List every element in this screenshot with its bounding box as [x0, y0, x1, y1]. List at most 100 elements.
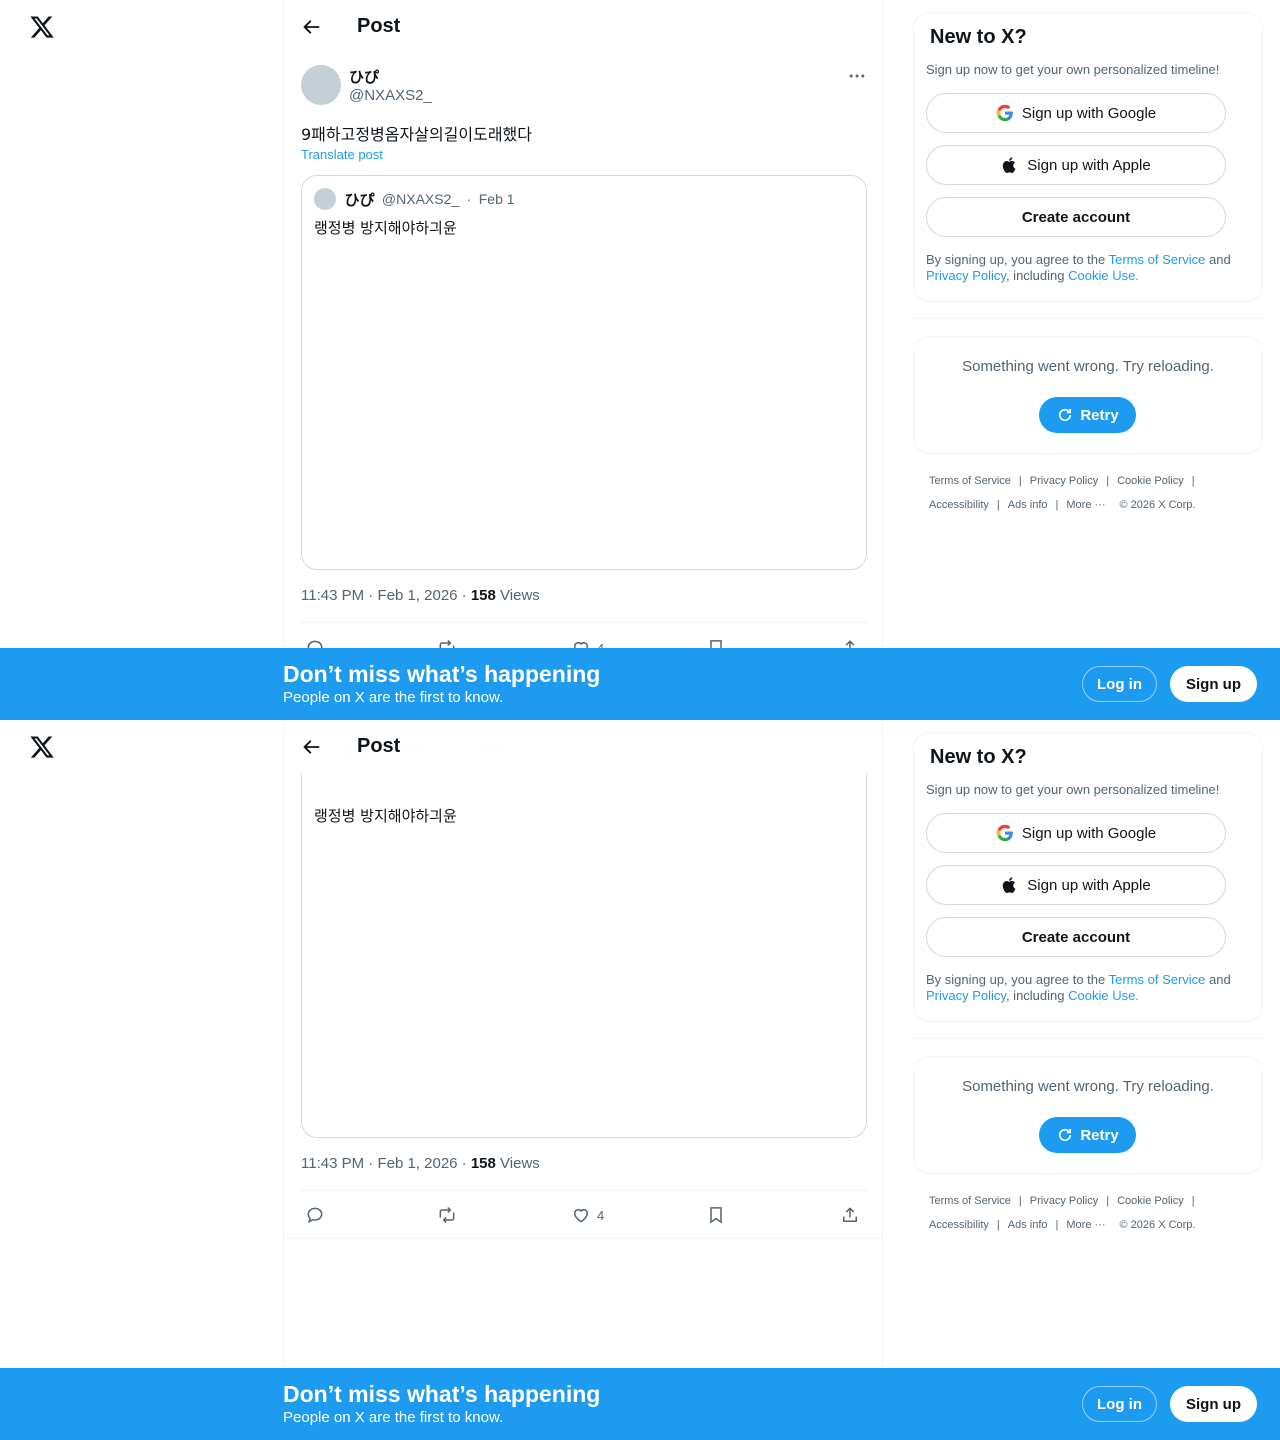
google-label: Sign up with Google: [1021, 104, 1157, 122]
signup-card-title: New to X?: [930, 26, 1027, 48]
footer-accessibility-link[interactable]: Accessibility: [929, 499, 989, 511]
banner-title: Don’t miss what’s happening: [283, 1381, 601, 1407]
legal-including: , including: [1005, 268, 1069, 283]
footer-terms-link[interactable]: Terms of Service: [929, 1195, 1011, 1207]
terms-link[interactable]: Terms of Service: [1109, 252, 1206, 267]
post-date[interactable]: Feb 1, 2026: [377, 1155, 457, 1172]
apple-icon: [1003, 157, 1016, 173]
signup-google-button[interactable]: Sign up with Google: [926, 813, 1226, 853]
separator: |: [996, 1219, 1000, 1231]
legal-including: , including: [1005, 988, 1069, 1003]
signup-card-subtitle: Sign up now to get your own personalized…: [926, 62, 1220, 77]
error-message: Something went wrong. Try reloading.: [962, 358, 1214, 375]
retry-label: Retry: [1080, 1126, 1119, 1144]
share-button[interactable]: [840, 1203, 860, 1227]
signup-banner: Don’t miss what’s happening People on X …: [0, 1368, 1280, 1440]
post-time[interactable]: 11:43 PM: [301, 1155, 364, 1172]
legal-prefix: By signing up, you agree to the: [926, 252, 1109, 267]
signup-button[interactable]: Sign up: [1170, 1386, 1257, 1422]
footer-ads-link[interactable]: Ads info: [1008, 1219, 1048, 1231]
post-meta: 11:43 PM · Feb 1, 2026 · 158 Views: [301, 587, 540, 604]
cookie-use-link[interactable]: Cookie Use.: [1068, 988, 1139, 1003]
footer-more-label: More: [1066, 499, 1092, 511]
bookmark-icon: [710, 1207, 722, 1224]
page-title: Post: [357, 735, 401, 757]
translate-post-link[interactable]: Translate post: [301, 147, 383, 162]
author-avatar[interactable]: [301, 65, 341, 105]
create-account-button[interactable]: Create account: [926, 197, 1226, 237]
post-time[interactable]: 11:43 PM: [301, 587, 364, 604]
refresh-icon: [1059, 1128, 1072, 1142]
login-button[interactable]: Log in: [1082, 1386, 1157, 1422]
arrow-left-icon[interactable]: [300, 16, 322, 38]
page-header: Post: [284, 720, 882, 773]
reply-button[interactable]: [305, 1203, 325, 1227]
quoted-post-card[interactable]: ひぴ @NXAXS2_ · Feb 1 랭정병 방지해야하긔윤: [301, 175, 867, 570]
footer-privacy-link[interactable]: Privacy Policy: [1030, 1195, 1098, 1207]
quoted-post-card[interactable]: ひぴ @NXAXS2_ · Feb 1 랭정병 방지해야하긔윤: [301, 738, 867, 1138]
privacy-link[interactable]: Privacy Policy: [926, 268, 1006, 283]
separator: |: [1018, 1195, 1022, 1207]
signup-apple-button[interactable]: Sign up with Apple: [926, 145, 1226, 185]
footer-accessibility-link[interactable]: Accessibility: [929, 1219, 989, 1231]
views-label: Views: [500, 1155, 540, 1172]
bookmark-button[interactable]: [706, 1203, 726, 1227]
signup-button[interactable]: Sign up: [1170, 666, 1257, 702]
footer-cookie-link[interactable]: Cookie Policy: [1117, 475, 1184, 487]
separator: |: [1018, 475, 1022, 487]
x-logo-icon[interactable]: [29, 734, 55, 760]
legal-and: and: [1205, 972, 1231, 987]
heart-icon: [574, 1209, 588, 1223]
footer-ads-link[interactable]: Ads info: [1008, 499, 1048, 511]
footer-links: Terms of Service | Privacy Policy | Cookie…: [929, 1189, 1249, 1237]
separator: |: [1055, 1219, 1059, 1231]
copyright: © 2026 X Corp.: [1119, 499, 1196, 511]
footer-more-link[interactable]: More ···: [1066, 1219, 1105, 1231]
legal-text: By signing up, you agree to the Terms of…: [926, 972, 1252, 1004]
signup-card: New to X? Sign up now to get your own pe…: [913, 12, 1263, 302]
dot-separator: ·: [466, 191, 472, 207]
quoted-post-text: 랭정병 방지해야하긔윤: [314, 807, 457, 825]
error-card: Something went wrong. Try reloading. Ret…: [913, 1056, 1263, 1174]
like-button[interactable]: 4: [571, 1203, 604, 1227]
signup-google-button[interactable]: Sign up with Google: [926, 93, 1226, 133]
signup-card-title: New to X?: [930, 746, 1027, 768]
copyright: © 2026 X Corp.: [1119, 1219, 1196, 1231]
terms-link[interactable]: Terms of Service: [1109, 972, 1206, 987]
create-account-button[interactable]: Create account: [926, 917, 1226, 957]
author-name[interactable]: ひぴ: [349, 66, 379, 87]
repost-button[interactable]: [437, 1203, 457, 1227]
error-message: Something went wrong. Try reloading.: [962, 1078, 1214, 1095]
cookie-use-link[interactable]: Cookie Use.: [1068, 268, 1139, 283]
footer-privacy-link[interactable]: Privacy Policy: [1030, 475, 1098, 487]
sidebar-divider: [913, 318, 1263, 319]
sidebar-divider: [913, 1038, 1263, 1039]
banner-title: Don’t miss what’s happening: [283, 661, 601, 687]
quoted-post-header: ひぴ @NXAXS2_ · Feb 1: [314, 188, 515, 210]
footer-cookie-link[interactable]: Cookie Policy: [1117, 1195, 1184, 1207]
retry-button[interactable]: Retry: [1039, 1117, 1136, 1153]
quoted-author-name: ひぴ: [344, 190, 375, 209]
post-date[interactable]: Feb 1, 2026: [377, 587, 457, 604]
viewport-top: Post ひぴ @NXAXS2_ 9패하고정병옴자살의길이도래했다 Transl…: [0, 0, 1280, 720]
author-handle[interactable]: @NXAXS2_: [349, 87, 432, 104]
x-logo-icon[interactable]: [29, 14, 55, 40]
more-options-icon[interactable]: [847, 66, 867, 86]
arrow-left-icon[interactable]: [300, 736, 322, 758]
signup-card: New to X? Sign up now to get your own pe…: [913, 732, 1263, 1022]
google-icon: [996, 104, 1013, 122]
post-text: 9패하고정병옴자살의길이도래했다: [301, 125, 532, 144]
separator: |: [1055, 499, 1059, 511]
footer-terms-link[interactable]: Terms of Service: [929, 475, 1011, 487]
footer-more-link[interactable]: More ···: [1066, 499, 1105, 511]
signup-apple-button[interactable]: Sign up with Apple: [926, 865, 1226, 905]
retry-button[interactable]: Retry: [1039, 397, 1136, 433]
privacy-link[interactable]: Privacy Policy: [926, 988, 1006, 1003]
signup-card-subtitle: Sign up now to get your own personalized…: [926, 782, 1220, 797]
google-icon: [996, 824, 1013, 842]
divider: [284, 1238, 882, 1239]
repost-icon: [439, 1206, 455, 1224]
page-header: Post: [284, 0, 882, 53]
footer-more-label: More: [1066, 1219, 1092, 1231]
login-button[interactable]: Log in: [1082, 666, 1157, 702]
